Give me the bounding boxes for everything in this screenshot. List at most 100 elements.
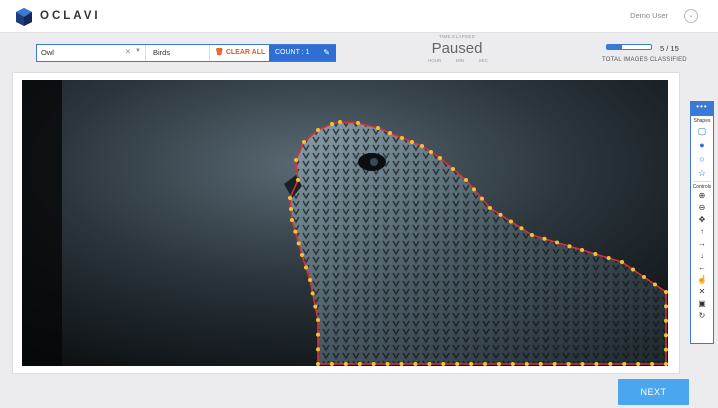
clear-label-icon[interactable]: ✕ [125, 48, 131, 56]
polygon-vertex[interactable] [308, 278, 312, 282]
polygon-vertex[interactable] [606, 256, 611, 260]
polygon-vertex[interactable] [302, 140, 306, 144]
arrow-down-icon[interactable]: ↓ [691, 250, 713, 262]
polygon-vertex[interactable] [464, 178, 468, 182]
polygon-vertex[interactable] [664, 333, 668, 338]
polygon-vertex[interactable] [567, 244, 572, 249]
polygon-vertex[interactable] [510, 362, 515, 366]
polygon-vertex[interactable] [420, 144, 424, 148]
polygon-vertex[interactable] [620, 260, 624, 264]
arrow-left-icon[interactable]: ← [691, 262, 713, 274]
polygon-vertex[interactable] [338, 120, 342, 124]
polygon-vertex[interactable] [555, 240, 559, 245]
polygon-vertex[interactable] [469, 362, 474, 366]
polygon-vertex[interactable] [371, 362, 376, 366]
star-shape-icon[interactable]: ☆ [691, 166, 713, 180]
polygon-vertex[interactable] [451, 167, 455, 171]
polygon-vertex[interactable] [316, 362, 320, 366]
polygon-vertex[interactable] [310, 291, 315, 296]
polygon-vertex[interactable] [580, 362, 585, 366]
hawk-image[interactable] [22, 80, 668, 366]
move-icon[interactable]: ✥ [691, 214, 713, 226]
circle-shape-icon[interactable]: ○ [691, 152, 713, 166]
label-select-value[interactable]: Owl [41, 48, 54, 57]
class-field[interactable]: Birds [153, 48, 170, 57]
panel-menu-icon[interactable]: ••• [691, 102, 713, 116]
polygon-vertex[interactable] [496, 362, 501, 366]
clear-all-button[interactable]: 🗑 CLEAR ALL [215, 48, 265, 56]
polygon-vertex[interactable] [388, 131, 392, 135]
polygon-vertex[interactable] [300, 253, 304, 257]
polygon-vertex[interactable] [622, 362, 627, 366]
polygon-vertex[interactable] [636, 362, 641, 366]
image-icon[interactable]: ▣ [691, 298, 713, 310]
polygon-vertex[interactable] [664, 290, 668, 294]
polygon-vertex[interactable] [399, 362, 404, 366]
polygon-vertex[interactable] [542, 236, 547, 241]
polygon-vertex[interactable] [642, 275, 646, 279]
polygon-vertex[interactable] [330, 122, 334, 126]
polygon-vertex[interactable] [566, 362, 571, 366]
polygon-vertex[interactable] [480, 196, 484, 201]
polygon-vertex[interactable] [664, 362, 668, 366]
polygon-vertex[interactable] [552, 362, 557, 366]
polygon-vertex[interactable] [650, 362, 655, 366]
polygon-vertex[interactable] [410, 140, 414, 144]
polygon-vertex[interactable] [296, 241, 301, 246]
user-menu-chevron-icon[interactable]: ⌄ [684, 9, 698, 23]
polygon-vertex[interactable] [509, 219, 513, 224]
hand-icon[interactable]: ☝ [691, 274, 713, 286]
polygon-vertex[interactable] [519, 226, 524, 231]
pencil-icon[interactable]: ✎ [323, 48, 330, 57]
close-icon[interactable]: ✕ [691, 286, 713, 298]
polygon-vertex[interactable] [296, 178, 300, 182]
polygon-vertex[interactable] [293, 229, 298, 234]
polygon-vertex[interactable] [653, 282, 657, 287]
polygon-vertex[interactable] [304, 265, 308, 270]
polygon-vertex[interactable] [413, 362, 418, 366]
polygon-vertex[interactable] [288, 196, 292, 200]
polygon-vertex[interactable] [664, 304, 668, 309]
polygon-vertex[interactable] [483, 362, 488, 366]
polygon-vertex[interactable] [316, 347, 320, 352]
polygon-vertex[interactable] [316, 332, 320, 337]
polygon-vertex[interactable] [356, 121, 360, 125]
polygon-vertex[interactable] [289, 207, 293, 211]
polygon-vertex[interactable] [593, 252, 598, 256]
polygon-vertex[interactable] [472, 187, 476, 192]
polygon-vertex[interactable] [538, 362, 543, 366]
polygon-vertex[interactable] [580, 248, 584, 252]
polygon-vertex[interactable] [455, 362, 460, 366]
annotation-canvas[interactable] [22, 80, 668, 366]
polygon-vertex[interactable] [594, 362, 599, 366]
polygon-vertex[interactable] [294, 158, 298, 162]
polygon-vertex[interactable] [329, 362, 334, 366]
polygon-vertex[interactable] [441, 362, 446, 366]
next-button[interactable]: NEXT [618, 379, 689, 405]
polygon-vertex[interactable] [498, 212, 503, 217]
polygon-vertex[interactable] [429, 150, 433, 154]
reset-icon[interactable]: ↻ [691, 310, 713, 322]
polygon-vertex[interactable] [385, 362, 390, 366]
arrow-up-icon[interactable]: ↑ [691, 226, 713, 238]
arrow-right-icon[interactable]: → [691, 238, 713, 250]
polygon-vertex[interactable] [530, 233, 534, 237]
polygon-vertex[interactable] [357, 362, 362, 366]
polygon-vertex[interactable] [524, 362, 529, 366]
zoom-out-icon[interactable]: ⊖ [691, 202, 713, 214]
user-name[interactable]: Demo User [630, 11, 668, 20]
polygon-vertex[interactable] [427, 362, 432, 366]
polygon-vertex[interactable] [313, 304, 318, 309]
polygon-vertex[interactable] [664, 347, 668, 352]
polygon-vertex[interactable] [316, 318, 320, 322]
polygon-vertex[interactable] [664, 318, 668, 323]
square-shape-icon[interactable]: ▢ [691, 124, 713, 138]
polygon-vertex[interactable] [290, 218, 294, 222]
point-shape-icon[interactable]: ● [691, 138, 713, 152]
chevron-down-icon[interactable]: ▼ [135, 48, 141, 54]
polygon-vertex[interactable] [631, 267, 635, 272]
polygon-vertex[interactable] [343, 362, 348, 366]
polygon-vertex[interactable] [376, 126, 380, 130]
polygon-vertex[interactable] [316, 128, 320, 132]
polygon-vertex[interactable] [608, 362, 613, 366]
